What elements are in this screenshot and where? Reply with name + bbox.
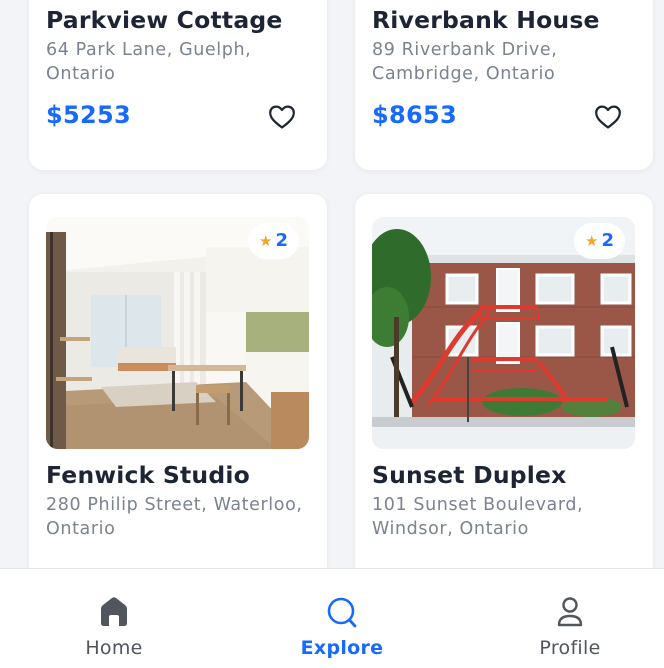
tab-explore[interactable]: Explore bbox=[262, 569, 422, 668]
listing-photo[interactable]: ★ 2 bbox=[372, 217, 635, 449]
listing-address: 101 Sunset Boulevard, Windsor, Ontario bbox=[372, 495, 584, 539]
search-icon bbox=[327, 597, 357, 628]
listing-card[interactable]: ★ 2 Fenwick Studio 280 Philip Street, Wa… bbox=[29, 194, 327, 614]
tab-label: Home bbox=[85, 637, 143, 659]
listing-title: Fenwick Studio bbox=[46, 461, 250, 489]
listing-info: Sunset Duplex 101 Sunset Boulevard, Wind… bbox=[372, 460, 636, 541]
tab-home[interactable]: Home bbox=[34, 569, 194, 668]
listing-info: Fenwick Studio 280 Philip Street, Waterl… bbox=[46, 460, 310, 541]
price-row: $8653 bbox=[372, 100, 636, 132]
listing-address: 64 Park Lane, Guelph, Ontario bbox=[46, 40, 252, 84]
rating-count: 2 bbox=[601, 230, 614, 251]
listing-info: Parkview Cottage 64 Park Lane, Guelph, O… bbox=[46, 5, 310, 132]
listing-title: Parkview Cottage bbox=[46, 6, 283, 34]
profile-icon bbox=[557, 597, 583, 627]
listing-address: 89 Riverbank Drive, Cambridge, Ontario bbox=[372, 40, 558, 84]
rating-badge: ★ 2 bbox=[248, 223, 299, 259]
star-icon: ★ bbox=[585, 231, 599, 250]
listing-info: Riverbank House 89 Riverbank Drive, Camb… bbox=[372, 5, 636, 132]
favorite-heart-icon[interactable] bbox=[594, 104, 622, 130]
rating-count: 2 bbox=[275, 230, 288, 251]
listing-card[interactable]: ★ 2 Sunset Duplex 101 Sunset Boulevard, … bbox=[355, 194, 653, 614]
listing-title: Sunset Duplex bbox=[372, 461, 567, 489]
listing-card[interactable]: Riverbank House 89 Riverbank Drive, Camb… bbox=[355, 0, 653, 170]
listing-card[interactable]: Parkview Cottage 64 Park Lane, Guelph, O… bbox=[29, 0, 327, 170]
listing-address: 280 Philip Street, Waterloo, Ontario bbox=[46, 495, 303, 539]
favorite-heart-icon[interactable] bbox=[268, 104, 296, 130]
explore-screen: Parkview Cottage 64 Park Lane, Guelph, O… bbox=[0, 0, 664, 668]
listing-photo[interactable]: ★ 2 bbox=[46, 217, 309, 449]
tab-profile[interactable]: Profile bbox=[490, 569, 650, 668]
tab-label: Explore bbox=[300, 637, 384, 659]
home-icon bbox=[101, 597, 127, 626]
listing-title: Riverbank House bbox=[372, 6, 600, 34]
star-icon: ★ bbox=[259, 231, 273, 250]
rating-badge: ★ 2 bbox=[574, 223, 625, 259]
tab-label: Profile bbox=[539, 637, 601, 659]
price-row: $5253 bbox=[46, 100, 310, 132]
bottom-tab-bar: Home Explore Profile bbox=[0, 568, 664, 668]
